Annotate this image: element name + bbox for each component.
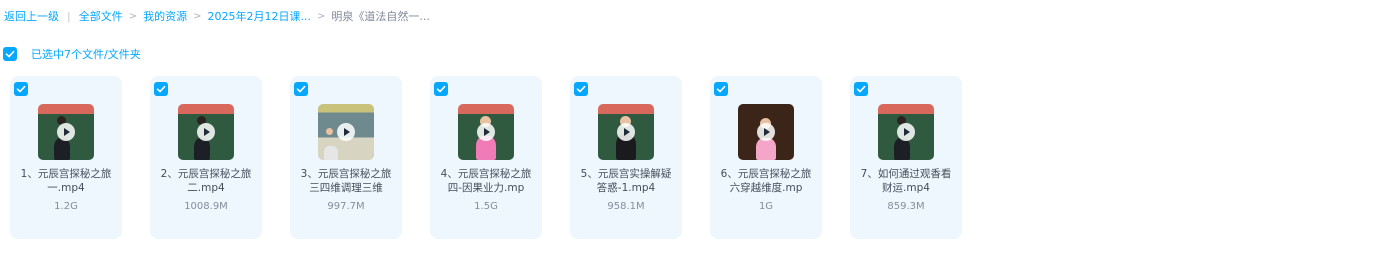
check-icon <box>716 85 726 93</box>
thumbnail-person-head <box>326 128 333 135</box>
file-size: 997.7M <box>327 201 365 212</box>
file-size: 859.3M <box>887 201 925 212</box>
video-thumbnail[interactable] <box>598 104 654 160</box>
file-size: 1.2G <box>54 201 78 212</box>
file-checkbox[interactable] <box>14 82 28 96</box>
file-size: 958.1M <box>607 201 645 212</box>
file-card[interactable]: 2、元辰宫探秘之旅二.mp4 1008.9M <box>150 76 262 239</box>
selection-count-label: 已选中7个文件/文件夹 <box>31 48 141 61</box>
file-checkbox[interactable] <box>434 82 448 96</box>
file-checkbox[interactable] <box>294 82 308 96</box>
breadcrumb-item-course[interactable]: 2025年2月12日课... <box>208 8 311 24</box>
breadcrumb: 返回上一级 | 全部文件 > 我的资源 > 2025年2月12日课... > 明… <box>4 7 430 25</box>
file-name[interactable]: 6、元辰宫探秘之旅六穿越维度.mp <box>720 167 812 195</box>
chevron-right-icon: > <box>128 10 138 22</box>
play-icon <box>337 123 355 141</box>
file-size: 1008.9M <box>184 201 228 212</box>
thumbnail-person <box>324 146 338 160</box>
file-card[interactable]: 3、元辰宫探秘之旅三四维调理三维 997.7M <box>290 76 402 239</box>
file-card[interactable]: 1、元辰宫探秘之旅一.mp4 1.2G <box>10 76 122 239</box>
video-thumbnail[interactable] <box>178 104 234 160</box>
file-name[interactable]: 1、元辰宫探秘之旅一.mp4 <box>20 167 112 195</box>
file-checkbox[interactable] <box>154 82 168 96</box>
select-all-checkbox[interactable] <box>3 47 17 61</box>
file-grid: 1、元辰宫探秘之旅一.mp4 1.2G 2、元辰宫探秘之旅二.mp4 1008.9M 3… <box>10 76 962 239</box>
chevron-right-icon: > <box>316 10 326 22</box>
back-link[interactable]: 返回上一级 <box>4 8 59 24</box>
video-thumbnail[interactable] <box>38 104 94 160</box>
check-icon <box>436 85 446 93</box>
video-thumbnail[interactable] <box>318 104 374 160</box>
file-name[interactable]: 3、元辰宫探秘之旅三四维调理三维 <box>300 167 392 195</box>
play-icon <box>897 123 915 141</box>
thumbnail-person <box>194 138 210 160</box>
check-icon <box>156 85 166 93</box>
thumbnail-person <box>756 138 776 160</box>
breadcrumb-item-all-files[interactable]: 全部文件 <box>79 8 123 24</box>
file-card[interactable]: 6、元辰宫探秘之旅六穿越维度.mp 1G <box>710 76 822 239</box>
breadcrumb-item-my-resources[interactable]: 我的资源 <box>143 8 187 24</box>
selection-bar: 已选中7个文件/文件夹 <box>3 46 141 62</box>
play-icon <box>617 123 635 141</box>
video-thumbnail[interactable] <box>738 104 794 160</box>
video-thumbnail[interactable] <box>458 104 514 160</box>
file-card[interactable]: 5、元辰宫实操解疑答惑-1.mp4 958.1M <box>570 76 682 239</box>
play-icon <box>757 123 775 141</box>
file-checkbox[interactable] <box>574 82 588 96</box>
file-card[interactable]: 4、元辰宫探秘之旅四-因果业力.mp 1.5G <box>430 76 542 239</box>
file-checkbox[interactable] <box>714 82 728 96</box>
file-name[interactable]: 7、如何通过观香看财运.mp4 <box>860 167 952 195</box>
file-name[interactable]: 5、元辰宫实操解疑答惑-1.mp4 <box>580 167 672 195</box>
check-icon <box>5 50 15 58</box>
file-name[interactable]: 4、元辰宫探秘之旅四-因果业力.mp <box>440 167 532 195</box>
play-icon <box>57 123 75 141</box>
thumbnail-person <box>894 138 910 160</box>
check-icon <box>296 85 306 93</box>
breadcrumb-divider: | <box>67 9 71 23</box>
check-icon <box>576 85 586 93</box>
file-size: 1G <box>758 201 774 212</box>
thumbnail-person <box>54 138 70 160</box>
play-icon <box>477 123 495 141</box>
check-icon <box>856 85 866 93</box>
file-checkbox[interactable] <box>854 82 868 96</box>
check-icon <box>16 85 26 93</box>
video-thumbnail[interactable] <box>878 104 934 160</box>
file-name[interactable]: 2、元辰宫探秘之旅二.mp4 <box>160 167 252 195</box>
file-card[interactable]: 7、如何通过观香看财运.mp4 859.3M <box>850 76 962 239</box>
breadcrumb-current: 明泉《道法自然一... <box>331 10 430 23</box>
play-icon <box>197 123 215 141</box>
file-size: 1.5G <box>474 201 498 212</box>
chevron-right-icon: > <box>193 10 202 22</box>
